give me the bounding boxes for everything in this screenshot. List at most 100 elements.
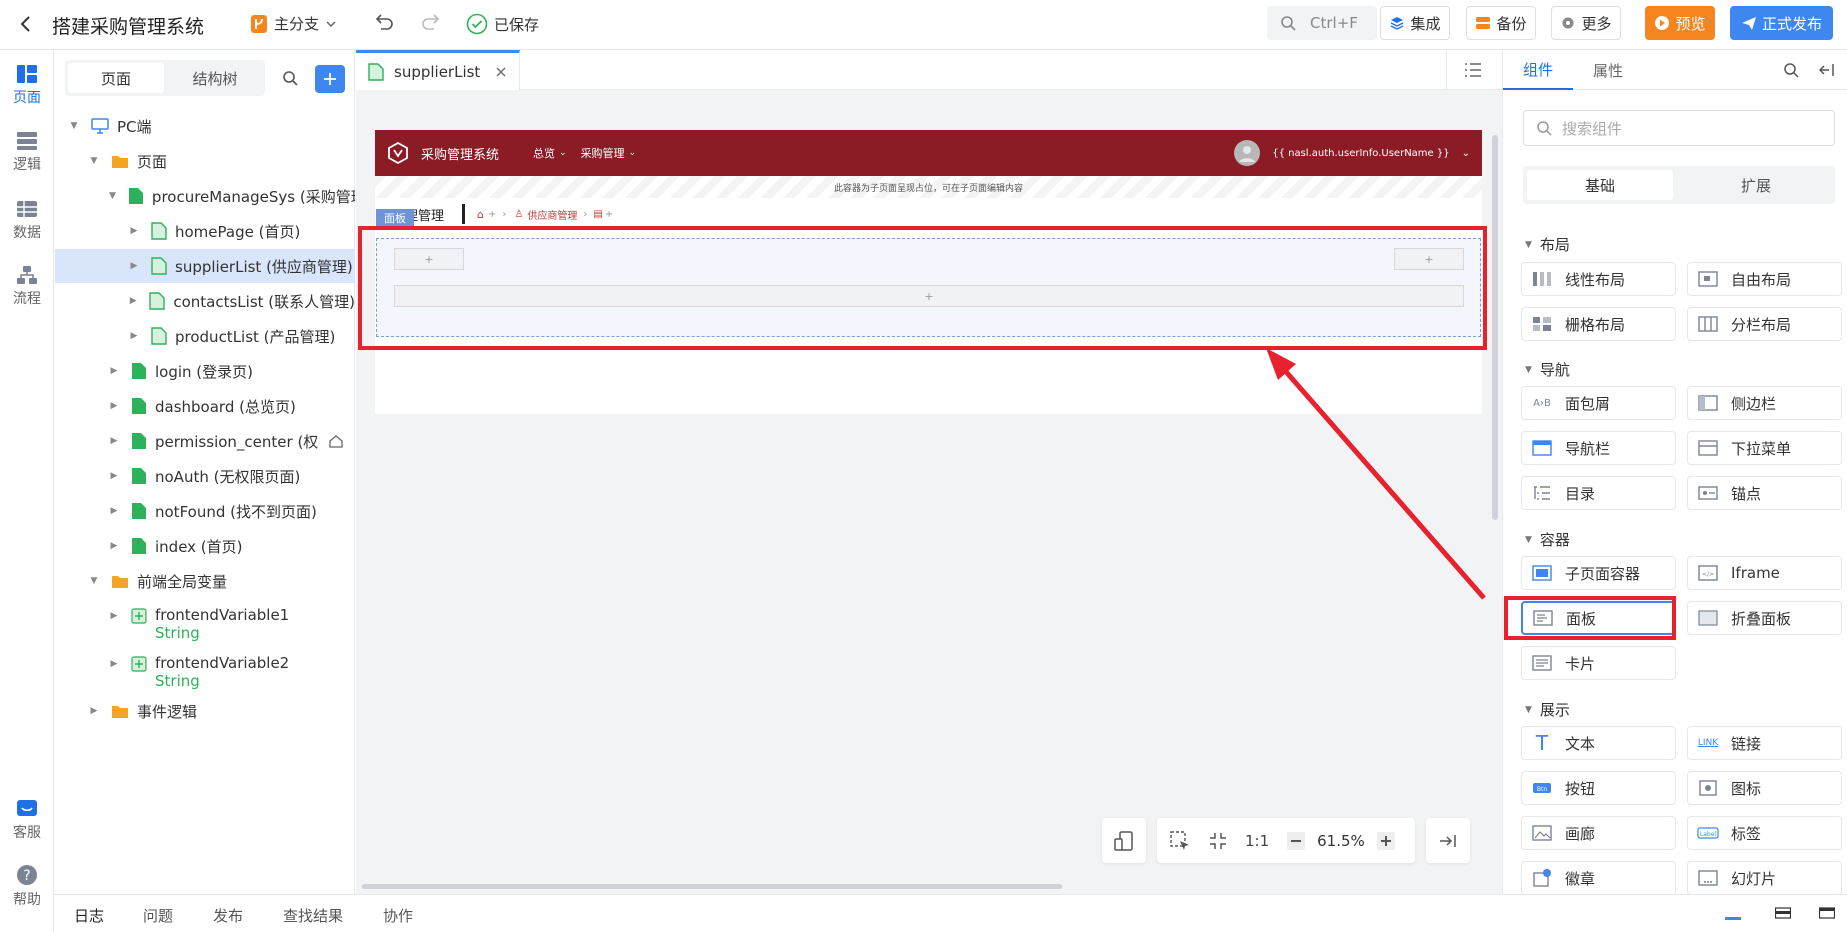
- component-navbar[interactable]: 导航栏: [1521, 431, 1676, 465]
- more-button[interactable]: 更多: [1551, 6, 1621, 40]
- zoom-in-icon[interactable]: [1376, 831, 1395, 850]
- component-anchor[interactable]: 锚点: [1687, 476, 1842, 510]
- collapse-icon[interactable]: [1819, 62, 1835, 78]
- tree-node-pc[interactable]: ▼ PC端: [55, 109, 355, 143]
- tree-node-pages[interactable]: ▼ 页面: [55, 144, 355, 178]
- preview-menu-procure[interactable]: 采购管理: [581, 145, 625, 161]
- zoom-out-icon[interactable]: [1287, 831, 1306, 850]
- tree-node-procure[interactable]: ▼ procureManageSys (采购管理: [55, 179, 355, 213]
- tab-page[interactable]: 页面: [68, 63, 164, 93]
- tree-node-contacts[interactable]: ▶ contactsList (联系人管理): [55, 284, 355, 318]
- component-gallery[interactable]: 画廊: [1521, 816, 1676, 850]
- tree-node-notfound[interactable]: ▶ notFound (找不到页面): [55, 494, 355, 528]
- nav-page[interactable]: 页面: [0, 55, 54, 115]
- bottom-tab-collab[interactable]: 协作: [383, 905, 413, 926]
- component-grid-layout[interactable]: 栅格布局: [1521, 307, 1676, 341]
- close-icon[interactable]: [496, 67, 506, 77]
- bottom-tab-publish[interactable]: 发布: [213, 905, 243, 926]
- avatar[interactable]: [1234, 140, 1261, 166]
- svg-text:</>: </>: [1702, 571, 1714, 578]
- nav-help[interactable]: ? 帮助: [0, 856, 54, 916]
- component-link[interactable]: LINK 链接: [1687, 726, 1842, 760]
- tree-node-product[interactable]: ▶ productList (产品管理): [55, 319, 355, 353]
- svg-text:Btn: Btn: [1537, 786, 1547, 793]
- segment-basic[interactable]: 基础: [1527, 170, 1673, 200]
- component-label-tag[interactable]: Label 标签: [1687, 816, 1842, 850]
- svg-text:Label: Label: [1700, 831, 1717, 838]
- redo-icon[interactable]: [420, 13, 442, 33]
- preview-menu-overview[interactable]: 总览: [533, 145, 555, 161]
- nav-data[interactable]: 数据: [0, 190, 54, 250]
- tree-node-noauth[interactable]: ▶ noAuth (无权限页面): [55, 459, 355, 493]
- component-card[interactable]: 卡片: [1521, 646, 1676, 680]
- search-icon[interactable]: [282, 70, 298, 86]
- back-icon[interactable]: [18, 14, 34, 34]
- link-icon: LINK: [1697, 738, 1719, 748]
- list-icon[interactable]: [1464, 62, 1482, 78]
- layout-bottom-icon[interactable]: [1725, 909, 1741, 921]
- component-icon[interactable]: 图标: [1687, 771, 1842, 805]
- tree-node-permission[interactable]: ▶ permission_center (权: [55, 424, 355, 458]
- bottom-tab-log[interactable]: 日志: [74, 905, 104, 926]
- component-badge[interactable]: 徽章: [1521, 861, 1676, 895]
- nav-support[interactable]: 客服: [0, 790, 54, 850]
- component-iframe[interactable]: </> Iframe: [1687, 556, 1842, 590]
- component-sidebar[interactable]: 侧边栏: [1687, 386, 1842, 420]
- search-button[interactable]: Ctrl+F: [1267, 6, 1377, 40]
- tab-properties[interactable]: 属性: [1573, 50, 1643, 90]
- integrate-button[interactable]: 集成: [1380, 6, 1450, 40]
- add-page-button[interactable]: [315, 65, 345, 93]
- tree-node-fv2[interactable]: ▶ frontendVariable2 String: [55, 648, 355, 694]
- editor-tab[interactable]: supplierList: [356, 50, 520, 90]
- segment-extension[interactable]: 扩展: [1681, 170, 1831, 200]
- tree-node-index[interactable]: ▶ index (首页): [55, 529, 355, 563]
- tree-node-fv1[interactable]: ▶ frontendVariable1 String: [55, 600, 355, 646]
- category-display[interactable]: ▼ 展示: [1525, 699, 1570, 720]
- bottom-tab-issues[interactable]: 问题: [143, 905, 173, 926]
- nav-process[interactable]: 流程: [0, 256, 54, 316]
- component-free-layout[interactable]: 自由布局: [1687, 262, 1842, 296]
- preview-breadcrumb[interactable]: 供应商管理: [527, 207, 577, 222]
- tree-node-home[interactable]: ▶ homePage (首页): [55, 214, 355, 248]
- component-subpage-container[interactable]: 子页面容器: [1521, 556, 1676, 590]
- search-icon[interactable]: [1783, 62, 1799, 78]
- iframe-icon: </>: [1691, 565, 1725, 581]
- layout-middle-icon[interactable]: [1775, 907, 1791, 919]
- category-nav[interactable]: ▼ 导航: [1525, 359, 1570, 380]
- tree-node-login[interactable]: ▶ login (登录页): [55, 354, 355, 388]
- collapse-panel-button[interactable]: [1426, 818, 1470, 863]
- component-button[interactable]: Btn 按钮: [1521, 771, 1676, 805]
- component-search-input[interactable]: 搜索组件: [1523, 110, 1835, 146]
- component-text[interactable]: T 文本: [1521, 726, 1676, 760]
- backup-button[interactable]: 备份: [1466, 6, 1536, 40]
- tree-node-supplier[interactable]: ▶ supplierList (供应商管理): [55, 249, 355, 283]
- component-collapse-panel[interactable]: 折叠面板: [1687, 601, 1842, 635]
- tab-components[interactable]: 组件: [1503, 50, 1573, 90]
- category-layout[interactable]: ▼ 布局: [1525, 234, 1570, 255]
- device-toggle-button[interactable]: [1102, 818, 1146, 863]
- tab-structure[interactable]: 结构树: [168, 63, 262, 93]
- bottom-tab-find-results[interactable]: 查找结果: [283, 905, 343, 926]
- tree-node-globals[interactable]: ▼ 前端全局变量: [55, 564, 355, 598]
- component-split-layout[interactable]: 分栏布局: [1687, 307, 1842, 341]
- layout-top-icon[interactable]: [1819, 907, 1835, 919]
- vertical-scrollbar[interactable]: [1492, 135, 1498, 520]
- fit-screen-icon[interactable]: [1209, 832, 1227, 850]
- tree-node-events[interactable]: ▶ 事件逻辑: [55, 694, 355, 728]
- publish-button[interactable]: 正式发布: [1730, 6, 1833, 40]
- component-breadcrumb[interactable]: A›B 面包屑: [1521, 386, 1676, 420]
- branch-selector[interactable]: 主分支: [250, 13, 337, 34]
- component-carousel[interactable]: 幻灯片: [1687, 861, 1842, 895]
- tree-node-dashboard[interactable]: ▶ dashboard (总览页): [55, 389, 355, 423]
- component-toc[interactable]: 目录: [1521, 476, 1676, 510]
- component-linear-layout[interactable]: 线性布局: [1521, 262, 1676, 296]
- actual-size-button[interactable]: 1:1: [1245, 832, 1269, 850]
- select-cursor-icon[interactable]: [1169, 830, 1191, 852]
- category-container[interactable]: ▼ 容器: [1525, 529, 1570, 550]
- component-dropdown-menu[interactable]: 下拉菜单: [1687, 431, 1842, 465]
- grid-layout-icon: [1525, 316, 1559, 332]
- nav-logic[interactable]: 逻辑: [0, 122, 54, 182]
- preview-button[interactable]: 预览: [1645, 6, 1715, 40]
- undo-icon[interactable]: [373, 13, 395, 33]
- horizontal-scrollbar[interactable]: [362, 884, 1062, 889]
